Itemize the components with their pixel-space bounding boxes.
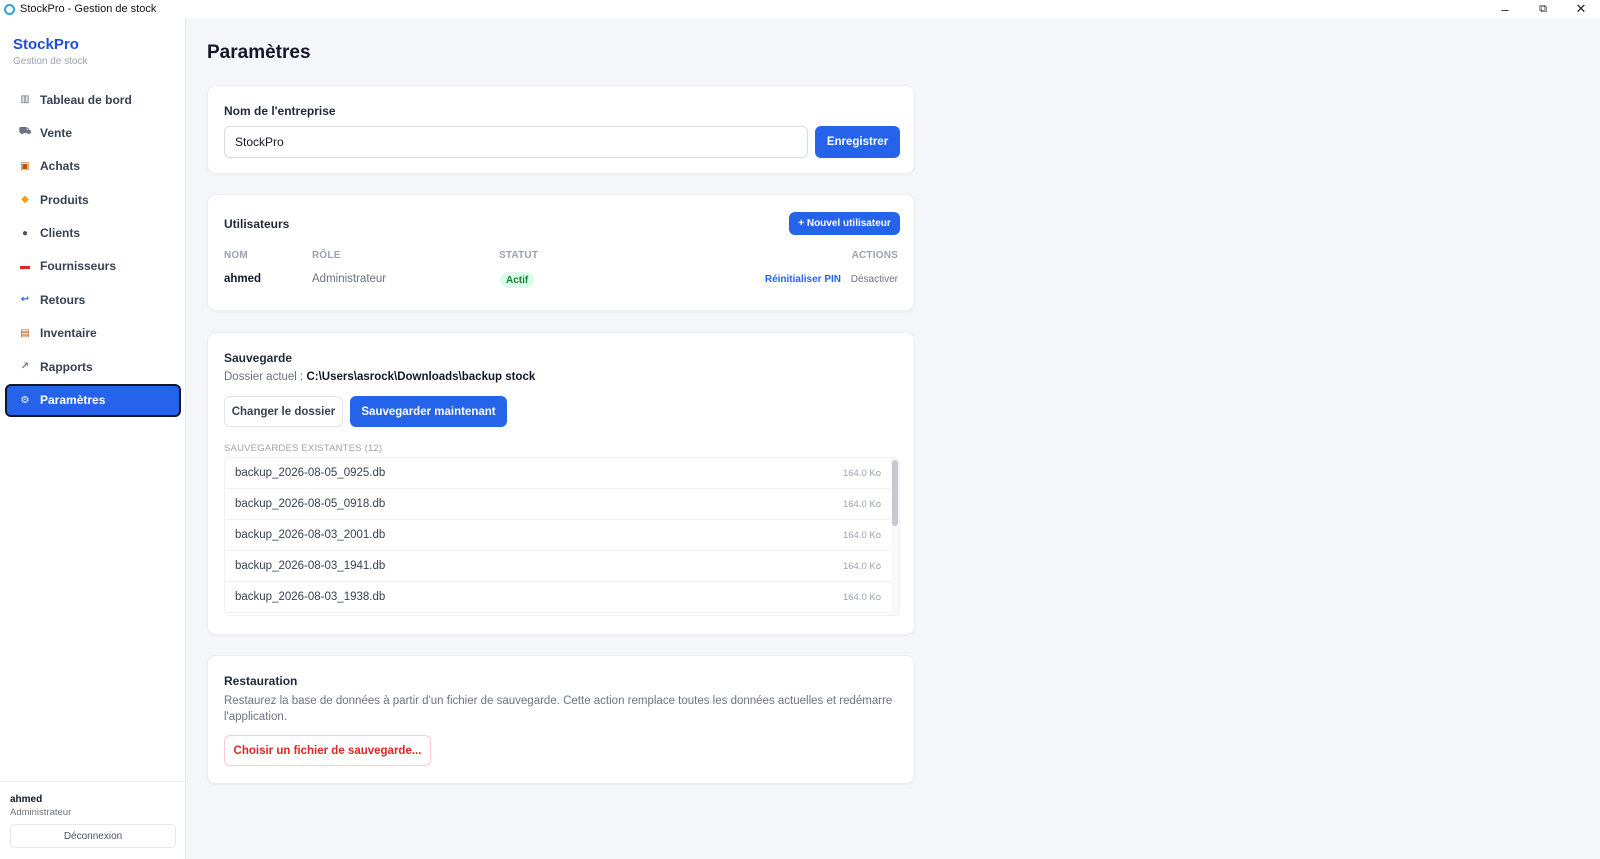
tag-icon: ◆ xyxy=(21,194,29,206)
backup-file-size: 164.0 Ko xyxy=(842,529,881,541)
sidebar-item-label: Retours xyxy=(40,292,86,307)
list-item[interactable]: backup_2026-08-03_2001.db 164.0 Ko xyxy=(225,520,899,551)
sidebar-item-label: Produits xyxy=(40,192,89,207)
users-title: Utilisateurs xyxy=(224,217,290,231)
backup-file-size: 164.0 Ko xyxy=(842,560,881,572)
sidebar-item-vente[interactable]: ⛟ Vente xyxy=(5,116,181,149)
brand-title: StockPro xyxy=(13,36,79,53)
sidebar-footer: ahmed Administrateur Déconnexion xyxy=(0,781,186,859)
backup-folder-path: C:\Users\asrock\Downloads\backup stock xyxy=(306,371,536,383)
backup-now-button[interactable]: Sauvegarder maintenant xyxy=(350,396,507,427)
user-name-cell: ahmed xyxy=(224,273,262,285)
restore-title: Restauration xyxy=(224,674,298,688)
existing-backups-label: SAUVEGARDES EXISTANTES (12) xyxy=(224,443,383,454)
sidebar-item-label: Paramètres xyxy=(40,393,106,408)
restore-button[interactable]: ⧉ xyxy=(1524,0,1562,18)
save-button[interactable]: Enregistrer xyxy=(815,126,900,158)
sidebar: StockPro Gestion de stock ▥ Tableau de bo… xyxy=(0,18,186,859)
change-folder-button[interactable]: Changer le dossier xyxy=(224,396,343,427)
list-item[interactable]: backup_2026-08-05_0918.db 164.0 Ko xyxy=(225,489,899,520)
column-header-actions: ACTIONS xyxy=(851,250,898,261)
backup-file-name: backup_2026-08-03_1938.db xyxy=(235,591,386,603)
window-titlebar: StockPro - Gestion de stock – ⧉ ✕ xyxy=(0,0,1600,18)
current-user-role: Administrateur xyxy=(10,807,72,818)
package-icon: ▣ xyxy=(20,160,30,172)
sidebar-item-label: Achats xyxy=(40,159,81,174)
brand: StockPro Gestion de stock xyxy=(13,36,87,67)
backup-folder-line: Dossier actuel : C:\Users\asrock\Downloa… xyxy=(224,371,535,383)
backup-list-scrollbar[interactable] xyxy=(891,458,899,615)
sidebar-item-retours[interactable]: ↩ Retours xyxy=(5,283,181,316)
backup-list: backup_2026-08-05_0925.db 164.0 Ko backup_… xyxy=(224,457,900,616)
reset-pin-link[interactable]: Réinitialiser PIN xyxy=(765,274,841,285)
truck-icon: ▬ xyxy=(20,260,30,272)
clipboard-icon: ▤ xyxy=(20,327,30,339)
minimize-button[interactable]: – xyxy=(1486,0,1524,18)
backup-rows: backup_2026-08-05_0925.db 164.0 Ko backup_… xyxy=(225,458,899,613)
cart-icon: ⛟ xyxy=(18,126,32,138)
close-button[interactable]: ✕ xyxy=(1562,0,1600,18)
restore-card: Restauration Restaurez la base de donnée… xyxy=(207,655,915,784)
sidebar-item-label: Inventaire xyxy=(40,326,97,341)
app-icon xyxy=(4,3,15,15)
backup-folder-prefix: Dossier actuel : xyxy=(224,371,307,383)
sidebar-nav: ▥ Tableau de bord ⛟ Vente ▣ Achats ◆ Produits ● C… xyxy=(5,83,181,417)
scrollbar-thumb[interactable] xyxy=(892,460,898,526)
column-header-status: STATUT xyxy=(499,250,539,261)
brand-subtitle: Gestion de stock xyxy=(13,56,88,67)
sidebar-item-produits[interactable]: ◆ Produits xyxy=(5,183,181,216)
company-name-label: Nom de l'entreprise xyxy=(224,104,336,118)
column-header-role: RÔLE xyxy=(312,250,341,261)
return-icon: ↩ xyxy=(20,294,30,306)
window-title: StockPro - Gestion de stock xyxy=(20,3,157,15)
backup-file-size: 164.0 Ko xyxy=(842,467,881,479)
sidebar-item-label: Vente xyxy=(40,125,73,140)
list-item[interactable]: backup_2026-08-03_1941.db 164.0 Ko xyxy=(225,551,899,582)
backup-file-name: backup_2026-08-03_1941.db xyxy=(235,560,386,572)
sidebar-item-achats[interactable]: ▣ Achats xyxy=(5,150,181,183)
new-user-button[interactable]: + Nouvel utilisateur xyxy=(789,212,900,235)
users-card: Utilisateurs + Nouvel utilisateur NOM RÔ… xyxy=(207,194,915,311)
list-item[interactable]: backup_2026-08-03_1938.db 164.0 Ko xyxy=(225,582,899,613)
window-controls: – ⧉ ✕ xyxy=(1486,0,1600,18)
company-name-input[interactable]: StockPro xyxy=(224,126,808,158)
page-title: Paramètres xyxy=(207,42,311,63)
sidebar-item-label: Rapports xyxy=(40,359,93,374)
backup-file-size: 164.0 Ko xyxy=(842,498,881,510)
sidebar-item-parametres[interactable]: ⚙ Paramètres xyxy=(5,383,181,417)
gear-icon: ⚙ xyxy=(20,394,30,406)
sidebar-item-label: Clients xyxy=(40,226,81,241)
deactivate-link[interactable]: Désactiver xyxy=(851,274,898,285)
sidebar-item-clients[interactable]: ● Clients xyxy=(5,217,181,250)
list-item[interactable]: backup_2026-08-05_0925.db 164.0 Ko xyxy=(225,458,899,489)
backup-file-size: 164.0 Ko xyxy=(842,591,881,603)
company-card: Nom de l'entreprise StockPro Enregistrer xyxy=(207,85,915,174)
backup-file-name: backup_2026-08-05_0918.db xyxy=(235,498,386,510)
sidebar-item-rapports[interactable]: ↗ Rapports xyxy=(5,350,181,383)
backup-title: Sauvegarde xyxy=(224,351,293,365)
choose-backup-file-button[interactable]: Choisir un fichier de sauvegarde... xyxy=(224,735,431,766)
logout-button[interactable]: Déconnexion xyxy=(10,824,176,848)
status-badge: Actif xyxy=(500,272,535,288)
restore-description: Restaurez la base de données à partir d'… xyxy=(224,695,893,723)
current-user-name: ahmed xyxy=(10,794,43,805)
bar-chart-icon: ▥ xyxy=(20,94,30,105)
backup-card: Sauvegarde Dossier actuel : C:\Users\asr… xyxy=(207,332,915,635)
column-header-name: NOM xyxy=(224,250,248,261)
backup-file-name: backup_2026-08-05_0925.db xyxy=(235,467,386,479)
sidebar-item-tableau-de-bord[interactable]: ▥ Tableau de bord xyxy=(5,83,181,116)
sidebar-item-fournisseurs[interactable]: ▬ Fournisseurs xyxy=(5,250,181,283)
user-role-cell: Administrateur xyxy=(312,273,387,285)
sidebar-item-label: Fournisseurs xyxy=(40,259,117,274)
backup-file-name: backup_2026-08-03_2001.db xyxy=(235,529,386,541)
sidebar-item-label: Tableau de bord xyxy=(40,92,132,107)
sidebar-item-inventaire[interactable]: ▤ Inventaire xyxy=(5,317,181,350)
user-icon: ● xyxy=(21,227,29,239)
line-chart-icon: ↗ xyxy=(20,361,30,373)
